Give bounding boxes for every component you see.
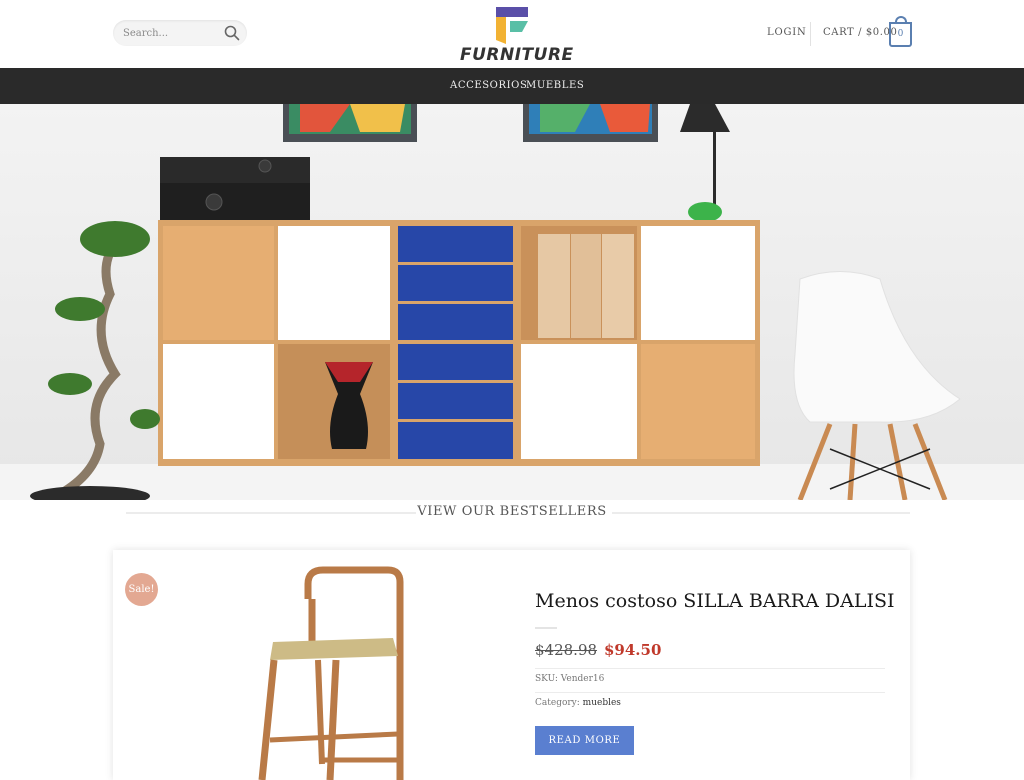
sale-price: $94.50 xyxy=(604,641,662,659)
site-logo[interactable]: FURNITURE xyxy=(460,6,574,66)
old-price: $428.98 xyxy=(535,641,598,659)
product-sku: SKU: Vender16 xyxy=(535,674,605,684)
title-divider xyxy=(535,627,557,629)
header-divider xyxy=(810,22,811,46)
search-input[interactable] xyxy=(113,20,223,46)
read-more-button[interactable]: READ MORE xyxy=(535,726,634,755)
nav-item-muebles[interactable]: MUEBLES xyxy=(526,80,584,91)
product-category: Category: muebles xyxy=(535,698,621,708)
meta-divider-1 xyxy=(535,668,885,669)
main-nav: ACCESORIOS MUEBLES xyxy=(0,68,1024,104)
section-title: VIEW OUR BESTSELLERS xyxy=(417,504,607,519)
category-label: Category: xyxy=(535,698,580,708)
site-header: FURNITURE LOGIN CART / $0.00 0 xyxy=(0,0,1024,68)
product-image[interactable] xyxy=(258,564,408,780)
search-icon[interactable] xyxy=(223,24,241,42)
product-title[interactable]: Menos costoso SILLA BARRA DALISI xyxy=(535,590,894,612)
search-box xyxy=(113,20,247,46)
nav-item-accesorios[interactable]: ACCESORIOS xyxy=(450,80,527,91)
logo-mark-icon xyxy=(496,7,528,44)
bestsellers-heading: VIEW OUR BESTSELLERS xyxy=(0,501,1024,525)
meta-divider-2 xyxy=(535,692,885,693)
logo-text: FURNITURE xyxy=(460,45,574,65)
login-link[interactable]: LOGIN xyxy=(767,27,807,38)
sale-badge: Sale! xyxy=(125,573,158,606)
category-link[interactable]: muebles xyxy=(583,698,621,708)
hero-furniture-image xyxy=(0,104,1024,500)
hero-banner xyxy=(0,104,1024,500)
cart-link[interactable]: CART / $0.00 xyxy=(823,27,897,38)
cart-count-icon[interactable]: 0 xyxy=(889,16,912,47)
product-card: Sale! Menos costoso SILLA BARRA DALISI $… xyxy=(113,550,910,780)
